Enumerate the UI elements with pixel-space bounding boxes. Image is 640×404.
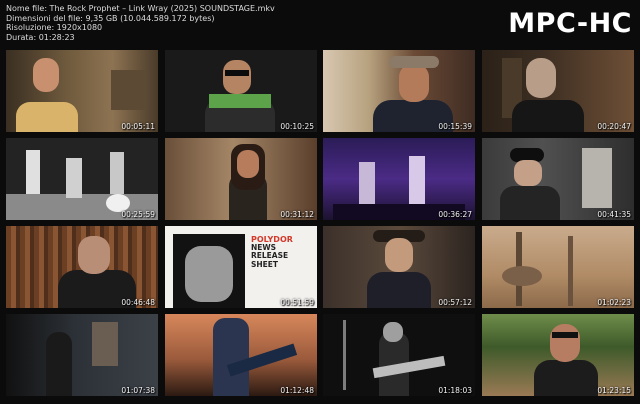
file-name-line: Nome file: The Rock Prophet – Link Wray …: [6, 4, 275, 13]
timestamp: 00:41:35: [597, 210, 631, 219]
thumbnail: 00:41:35: [482, 138, 634, 220]
thumbnail: 01:12:48: [165, 314, 317, 396]
poster-line3: SHEET: [251, 259, 279, 269]
timestamp: 01:18:03: [438, 386, 472, 395]
timestamp: 01:23:15: [597, 386, 631, 395]
thumbnail: 00:15:39: [323, 50, 475, 132]
thumbnail: 00:57:12: [323, 226, 475, 308]
thumbnail: 00:10:25: [165, 50, 317, 132]
thumbnail-grid: 00:05:11 00:10:25 00:15:39 00:20:47 00:2…: [6, 50, 634, 402]
timestamp: 00:36:27: [438, 210, 472, 219]
timestamp: 00:15:39: [438, 122, 472, 131]
resolution-line: Risoluzione: 1920x1080: [6, 23, 103, 33]
info-header: Nome file: The Rock Prophet – Link Wray …: [0, 0, 640, 48]
thumbnail: 00:31:12: [165, 138, 317, 220]
thumbnail: 00:25:59: [6, 138, 158, 220]
timestamp: 00:10:25: [280, 122, 314, 131]
file-info: Nome file: The Rock Prophet – Link Wray …: [6, 4, 275, 42]
timestamp: 00:20:47: [597, 122, 631, 131]
app-logo: MPC-HC: [508, 8, 632, 39]
thumbnail: POLYDOR NEWS RELEASE SHEET 00:51:59: [165, 226, 317, 308]
thumbnail: 00:20:47: [482, 50, 634, 132]
timestamp: 00:31:12: [280, 210, 314, 219]
timestamp: 01:12:48: [280, 386, 314, 395]
timestamp: 00:05:11: [121, 122, 155, 131]
timestamp: 00:57:12: [438, 298, 472, 307]
thumbnail: 01:18:03: [323, 314, 475, 396]
poster-text: POLYDOR NEWS RELEASE SHEET: [251, 235, 293, 269]
thumbnail: 01:07:38: [6, 314, 158, 396]
thumbnail: 00:36:27: [323, 138, 475, 220]
timestamp: 00:25:59: [121, 210, 155, 219]
timestamp: 01:02:23: [597, 298, 631, 307]
timestamp: 01:07:38: [121, 386, 155, 395]
thumbnail: 00:05:11: [6, 50, 158, 132]
file-size-line: Dimensioni del file: 9,35 GB (10.044.589…: [6, 13, 215, 23]
timestamp: 00:51:59: [280, 298, 314, 307]
timestamp: 00:46:48: [121, 298, 155, 307]
thumbnail: 01:02:23: [482, 226, 634, 308]
thumbnail: 01:23:15: [482, 314, 634, 396]
duration-line: Durata: 01:28:23: [6, 32, 75, 42]
thumbnail: 00:46:48: [6, 226, 158, 308]
